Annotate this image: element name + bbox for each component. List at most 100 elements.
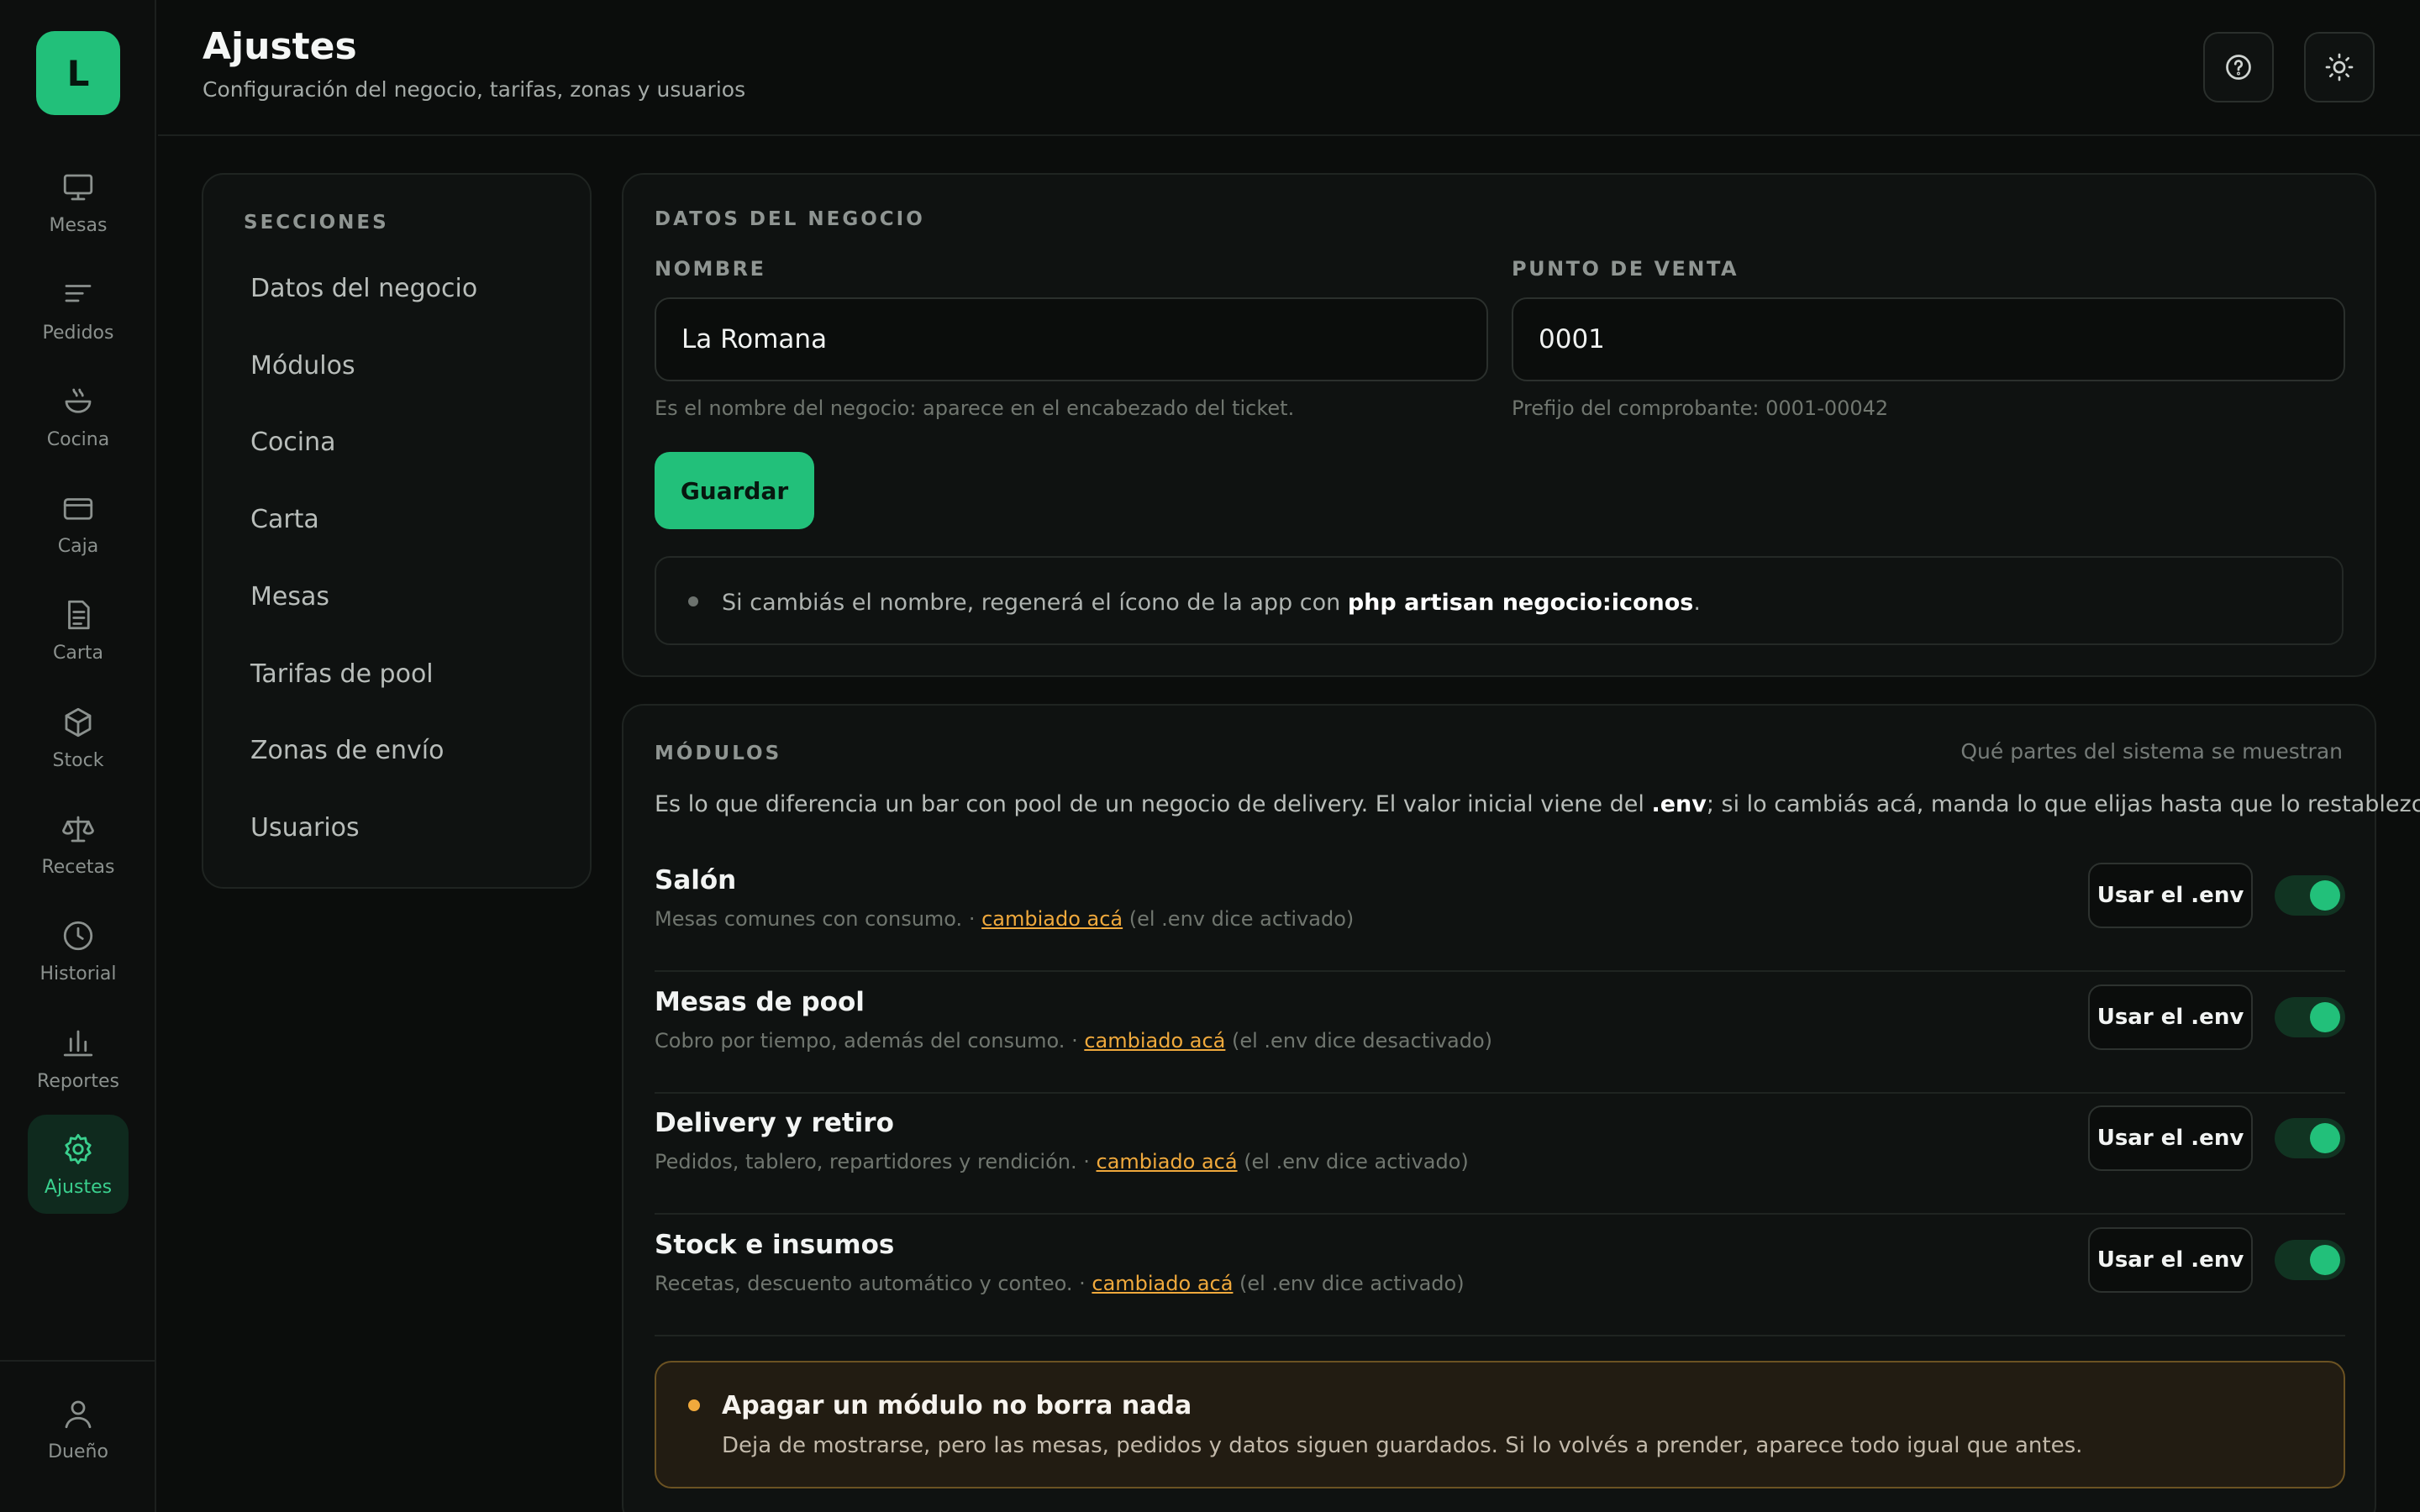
toggle-knob <box>2310 1123 2340 1153</box>
note-prefix: Si cambiás el nombre, regenerá el ícono … <box>722 590 1348 616</box>
bowl-icon <box>65 388 92 413</box>
module-name: Mesas de pool <box>655 987 865 1017</box>
sections-panel: SECCIONES Datos del negocio Módulos Coci… <box>202 173 592 889</box>
page-title: Ajustes <box>203 25 357 68</box>
desc-suffix: ; si lo cambiás acá, manda lo que elijas… <box>1706 791 2420 817</box>
use-env-button[interactable]: Usar el .env <box>2088 1105 2253 1171</box>
user-menu[interactable]: Dueño <box>28 1379 129 1478</box>
pos-label: PUNTO DE VENTA <box>1512 257 1739 281</box>
module-desc-text: Recetas, descuento automático y conteo. … <box>655 1272 1092 1295</box>
sidebar-item-mesas[interactable]: Mesas <box>28 153 129 252</box>
sidebar-item-label: Pedidos <box>42 322 114 344</box>
env-note: (el .env dice activado) <box>1237 1150 1469 1173</box>
module-name: Salón <box>655 865 737 895</box>
env-note: (el .env dice activado) <box>1233 1272 1465 1295</box>
sidebar-divider <box>0 1360 156 1362</box>
sun-icon <box>2325 53 2354 81</box>
module-row-delivery: Delivery y retiro Pedidos, tablero, repa… <box>655 1093 2345 1215</box>
sidebar-item-historial[interactable]: Historial <box>28 901 129 1000</box>
monitor-icon <box>63 174 93 200</box>
note-text: Si cambiás el nombre, regenerá el ícono … <box>722 590 1701 616</box>
help-button[interactable] <box>2203 32 2274 102</box>
sidebar-item-carta[interactable]: Carta <box>28 580 129 680</box>
user-label: Dueño <box>48 1441 108 1462</box>
sidebar-item-label: Cocina <box>46 428 110 450</box>
user-icon <box>65 1400 92 1428</box>
warning-title: Apagar un módulo no borra nada <box>722 1391 1192 1420</box>
page-header: Ajustes Configuración del negocio, tarif… <box>158 0 2420 136</box>
warning-bullet <box>688 1399 700 1411</box>
scale-icon <box>62 816 94 842</box>
section-link-carta[interactable]: Carta <box>250 505 319 534</box>
module-toggle[interactable] <box>2275 997 2345 1037</box>
sidebar-item-stock[interactable]: Stock <box>28 688 129 787</box>
sidebar-item-label: Recetas <box>41 856 115 878</box>
changed-link[interactable]: cambiado acá <box>1092 1272 1233 1295</box>
sidebar-item-recetas[interactable]: Recetas <box>28 795 129 894</box>
name-help: Es el nombre del negocio: aparece en el … <box>655 396 1295 420</box>
module-desc: Cobro por tiempo, además del consumo. · … <box>655 1029 1492 1053</box>
info-note: Si cambiás el nombre, regenerá el ícono … <box>655 556 2344 645</box>
use-env-button[interactable]: Usar el .env <box>2088 984 2253 1050</box>
env-note: (el .env dice activado) <box>1123 907 1355 931</box>
theme-toggle-button[interactable] <box>2304 32 2375 102</box>
toggle-knob <box>2310 880 2340 911</box>
business-name-input[interactable]: La Romana <box>655 297 1488 381</box>
section-link-usuarios[interactable]: Usuarios <box>250 813 360 843</box>
section-link-mesas[interactable]: Mesas <box>250 582 329 612</box>
desc-env: .env <box>1651 791 1707 817</box>
card-title: DATOS DEL NEGOCIO <box>655 208 925 230</box>
env-note: (el .env dice desactivado) <box>1225 1029 1493 1053</box>
section-link-cocina[interactable]: Cocina <box>250 428 336 457</box>
modules-card: MÓDULOS Qué partes del sistema se muestr… <box>622 704 2420 1512</box>
desc-prefix: Es lo que diferencia un bar con pool de … <box>655 791 1652 817</box>
use-env-button[interactable]: Usar el .env <box>2088 1227 2253 1293</box>
sidebar-item-caja[interactable]: Caja <box>28 474 129 573</box>
card-title: MÓDULOS <box>655 743 782 764</box>
section-link-zonas-envio[interactable]: Zonas de envío <box>250 736 444 765</box>
module-toggle[interactable] <box>2275 875 2345 916</box>
module-name: Delivery y retiro <box>655 1108 894 1138</box>
changed-link[interactable]: cambiado acá <box>981 907 1123 931</box>
card-aside: Qué partes del sistema se muestran <box>1960 739 2343 764</box>
module-desc: Pedidos, tablero, repartidores y rendici… <box>655 1150 1469 1173</box>
help-icon <box>2226 55 2251 80</box>
module-row-stock: Stock e insumos Recetas, descuento autom… <box>655 1215 2345 1336</box>
module-desc-text: Cobro por tiempo, además del consumo. · <box>655 1029 1085 1053</box>
module-toggle[interactable] <box>2275 1118 2345 1158</box>
app-logo[interactable]: L <box>36 31 120 115</box>
module-toggle[interactable] <box>2275 1240 2345 1280</box>
gear-icon <box>65 1133 92 1164</box>
module-row-salon: Salón Mesas comunes con consumo. · cambi… <box>655 850 2345 972</box>
section-link-tarifas-pool[interactable]: Tarifas de pool <box>250 659 434 689</box>
section-link-modulos[interactable]: Módulos <box>250 351 355 381</box>
note-suffix: . <box>1693 590 1701 616</box>
use-env-button[interactable]: Usar el .env <box>2088 863 2253 928</box>
clock-icon <box>63 921 93 950</box>
sidebar-item-label: Carta <box>53 642 103 664</box>
sections-title: SECCIONES <box>244 212 389 234</box>
sidebar-item-label: Historial <box>39 963 117 984</box>
sidebar-item-label: Mesas <box>49 214 108 236</box>
section-link-datos-negocio[interactable]: Datos del negocio <box>250 274 477 303</box>
pos-help: Prefijo del comprobante: 0001-00042 <box>1512 396 1889 420</box>
save-button[interactable]: Guardar <box>655 452 814 529</box>
changed-link[interactable]: cambiado acá <box>1084 1029 1225 1053</box>
sidebar-item-reportes[interactable]: Reportes <box>28 1009 129 1108</box>
pos-input[interactable]: 0001 <box>1512 297 2345 381</box>
sidebar-item-pedidos[interactable]: Pedidos <box>28 260 129 360</box>
sidebar-item-label: Ajustes <box>44 1176 113 1198</box>
sidebar-item-ajustes[interactable]: Ajustes <box>28 1115 129 1214</box>
module-desc-text: Mesas comunes con consumo. · <box>655 907 982 931</box>
sidebar-item-cocina[interactable]: Cocina <box>28 367 129 466</box>
module-row-mesas-pool: Mesas de pool Cobro por tiempo, además d… <box>655 972 2345 1094</box>
toggle-knob <box>2310 1245 2340 1275</box>
sidebar-item-label: Stock <box>52 749 104 771</box>
warning-text: Deja de mostrarse, pero las mesas, pedid… <box>722 1433 2083 1458</box>
note-bullet <box>688 596 698 606</box>
changed-link[interactable]: cambiado acá <box>1097 1150 1238 1173</box>
card-icon <box>63 497 93 520</box>
module-desc: Mesas comunes con consumo. · cambiado ac… <box>655 907 1354 931</box>
toggle-knob <box>2310 1002 2340 1032</box>
module-desc-text: Pedidos, tablero, repartidores y rendici… <box>655 1150 1097 1173</box>
